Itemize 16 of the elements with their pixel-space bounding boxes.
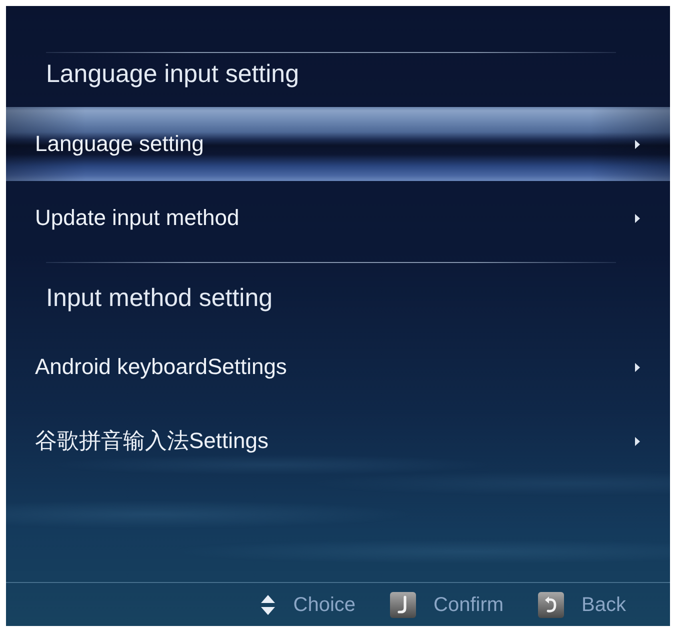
up-down-arrows-icon <box>261 594 276 614</box>
enter-key-icon <box>390 592 416 618</box>
back-key-icon <box>538 592 564 618</box>
section-heading: Language input setting <box>46 60 299 88</box>
key-hint-label: Confirm <box>434 592 504 616</box>
menu-item[interactable]: Language setting <box>6 107 670 181</box>
chevron-right-icon <box>635 436 640 446</box>
menu-item[interactable]: Android keyboardSettings <box>6 330 670 404</box>
key-hint-label: Choice <box>293 592 356 616</box>
section-heading: Input method setting <box>46 284 273 312</box>
chevron-right-icon <box>635 214 640 222</box>
chevron-right-icon <box>635 362 640 372</box>
chevron-right-icon <box>635 140 640 148</box>
menu-item[interactable]: 谷歌拼音输入法Settings <box>6 404 670 478</box>
menu-item[interactable]: Update input method <box>6 181 670 255</box>
key-hint-label: Back <box>582 592 626 616</box>
